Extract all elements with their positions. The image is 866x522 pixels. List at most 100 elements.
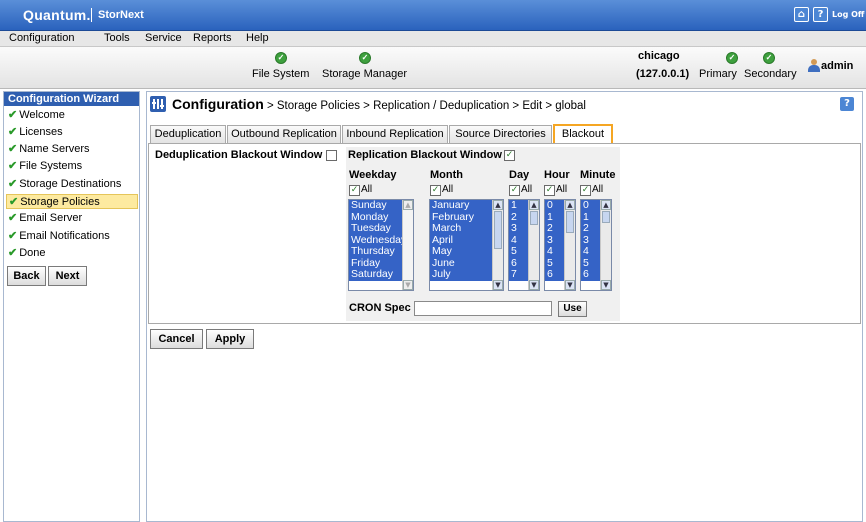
minute-scrollbar[interactable]: ▲ ▼ bbox=[600, 200, 611, 290]
menu-reports[interactable]: Reports bbox=[193, 32, 232, 44]
weekday-header: Weekday bbox=[349, 169, 397, 181]
hour-scrollbar[interactable]: ▲ ▼ bbox=[564, 200, 575, 290]
logoff-link[interactable]: Log Off bbox=[832, 10, 864, 19]
month-all-checkbox[interactable]: ✓ bbox=[430, 185, 441, 196]
weekday-scrollbar[interactable]: ▲ ▼ bbox=[402, 200, 413, 290]
hour-all-checkbox[interactable]: ✓ bbox=[544, 185, 555, 196]
check-icon: ✔ bbox=[8, 247, 18, 259]
wizard-item-label: Storage Policies bbox=[20, 196, 100, 208]
wizard-item-welcome[interactable]: ✔ Welcome bbox=[8, 108, 139, 123]
wizard-item-file-systems[interactable]: ✔ File Systems bbox=[8, 159, 139, 174]
menu-service[interactable]: Service bbox=[145, 32, 182, 44]
month-header: Month bbox=[430, 169, 463, 181]
replication-blackout-checkbox[interactable]: ✓ bbox=[504, 150, 515, 161]
day-all-label: All bbox=[521, 184, 533, 195]
brand-logo: Quantum. bbox=[23, 7, 91, 23]
wizard-item-email-server[interactable]: ✔ Email Server bbox=[8, 211, 139, 226]
filesystem-ok-icon: ✓ bbox=[275, 52, 287, 64]
minute-all-label: All bbox=[592, 184, 604, 195]
wizard-item-licenses[interactable]: ✔ Licenses bbox=[8, 125, 139, 140]
back-button[interactable]: Back bbox=[7, 266, 46, 286]
scroll-down-icon[interactable]: ▼ bbox=[601, 280, 611, 290]
minute-listbox[interactable]: 0 1 2 3 4 5 6 ▲ ▼ bbox=[580, 199, 612, 291]
tab-source-directories[interactable]: Source Directories bbox=[449, 125, 552, 143]
menu-configuration[interactable]: Configuration bbox=[9, 32, 74, 44]
tab-outbound-replication[interactable]: Outbound Replication bbox=[227, 125, 341, 143]
secondary-label: Secondary bbox=[744, 68, 797, 80]
scroll-up-icon[interactable]: ▲ bbox=[529, 200, 539, 210]
scroll-up-icon[interactable]: ▲ bbox=[601, 200, 611, 210]
user-icon bbox=[808, 59, 820, 72]
page-title: Configuration bbox=[172, 96, 264, 112]
breadcrumb-path: > Storage Policies > Replication / Dedup… bbox=[263, 100, 586, 112]
check-icon: ✔ bbox=[8, 126, 18, 138]
scroll-down-icon[interactable]: ▼ bbox=[529, 280, 539, 290]
wizard-item-label: Licenses bbox=[19, 126, 63, 138]
user-name[interactable]: admin bbox=[821, 60, 853, 72]
scroll-down-icon[interactable]: ▼ bbox=[565, 280, 575, 290]
scroll-up-icon[interactable]: ▲ bbox=[565, 200, 575, 210]
storage-manager-ok-icon: ✓ bbox=[359, 52, 371, 64]
tab-deduplication[interactable]: Deduplication bbox=[150, 125, 226, 143]
check-icon: ✔ bbox=[8, 212, 18, 224]
check-icon: ✔ bbox=[8, 143, 18, 155]
help-icon[interactable]: ? bbox=[840, 97, 854, 111]
hour-header: Hour bbox=[544, 169, 570, 181]
wizard-item-name-servers[interactable]: ✔ Name Servers bbox=[8, 142, 139, 157]
minute-header: Minute bbox=[580, 169, 616, 181]
scroll-thumb[interactable] bbox=[566, 211, 574, 233]
check-icon: ✔ bbox=[8, 230, 18, 242]
breadcrumb: Configuration > Storage Policies > Repli… bbox=[172, 96, 586, 112]
scroll-down-icon[interactable]: ▼ bbox=[493, 280, 503, 290]
weekday-listbox[interactable]: Sunday Monday Tuesday Wednesday Thursday… bbox=[348, 199, 414, 291]
scroll-up-icon[interactable]: ▲ bbox=[493, 200, 503, 210]
wizard-item-email-notifications[interactable]: ✔ Email Notifications bbox=[8, 229, 139, 244]
storage-manager-status-label[interactable]: Storage Manager bbox=[322, 68, 407, 80]
filesystem-status-label[interactable]: File System bbox=[252, 68, 309, 80]
hour-listbox[interactable]: 0 1 2 3 4 5 6 ▲ ▼ bbox=[544, 199, 576, 291]
minute-all-checkbox[interactable]: ✓ bbox=[580, 185, 591, 196]
apply-button[interactable]: Apply bbox=[206, 329, 254, 349]
use-button[interactable]: Use bbox=[558, 301, 587, 317]
wizard-item-storage-destinations[interactable]: ✔ Storage Destinations bbox=[8, 177, 139, 192]
month-scrollbar[interactable]: ▲ ▼ bbox=[492, 200, 503, 290]
dedup-blackout-checkbox[interactable] bbox=[326, 150, 337, 161]
scroll-thumb[interactable] bbox=[602, 211, 610, 223]
wizard-title: Configuration Wizard bbox=[4, 92, 139, 106]
month-all-label: All bbox=[442, 184, 454, 195]
configuration-icon bbox=[150, 96, 166, 112]
scroll-down-icon[interactable]: ▼ bbox=[403, 280, 413, 290]
month-listbox[interactable]: January February March April May June Ju… bbox=[429, 199, 504, 291]
day-all-checkbox[interactable]: ✓ bbox=[509, 185, 520, 196]
check-icon: ✔ bbox=[8, 160, 18, 172]
check-icon: ✔ bbox=[8, 178, 18, 190]
day-scrollbar[interactable]: ▲ ▼ bbox=[528, 200, 539, 290]
primary-label: Primary bbox=[699, 68, 737, 80]
wizard-item-label: Done bbox=[19, 247, 46, 259]
scroll-thumb[interactable] bbox=[530, 211, 538, 225]
host-name: chicago bbox=[638, 50, 680, 62]
check-icon: ✔ bbox=[8, 109, 18, 121]
hour-all-label: All bbox=[556, 184, 568, 195]
wizard-item-storage-policies[interactable]: ✔ Storage Policies bbox=[6, 194, 138, 209]
day-header: Day bbox=[509, 169, 530, 181]
day-listbox[interactable]: 1 2 3 4 5 6 7 ▲ ▼ bbox=[508, 199, 540, 291]
status-bar: ✓ File System ✓ Storage Manager chicago … bbox=[0, 47, 866, 89]
home-icon[interactable]: ⌂ bbox=[794, 7, 809, 22]
menu-help[interactable]: Help bbox=[246, 32, 269, 44]
menu-bar: Configuration Tools Service Reports Help bbox=[0, 31, 866, 47]
scroll-up-icon[interactable]: ▲ bbox=[403, 200, 413, 210]
next-button[interactable]: Next bbox=[48, 266, 87, 286]
menu-tools[interactable]: Tools bbox=[104, 32, 130, 44]
dedup-blackout-label: Deduplication Blackout Window bbox=[155, 149, 323, 161]
tab-inbound-replication[interactable]: Inbound Replication bbox=[342, 125, 448, 143]
weekday-all-checkbox[interactable]: ✓ bbox=[349, 185, 360, 196]
host-ip: (127.0.0.1) bbox=[636, 68, 690, 80]
cancel-button[interactable]: Cancel bbox=[150, 329, 203, 349]
cron-spec-input[interactable] bbox=[414, 301, 552, 316]
wizard-item-label: File Systems bbox=[19, 160, 83, 172]
help-icon[interactable]: ? bbox=[813, 7, 828, 22]
wizard-item-done[interactable]: ✔ Done bbox=[8, 246, 139, 261]
scroll-thumb[interactable] bbox=[494, 211, 502, 249]
tab-blackout[interactable]: Blackout bbox=[553, 124, 613, 143]
